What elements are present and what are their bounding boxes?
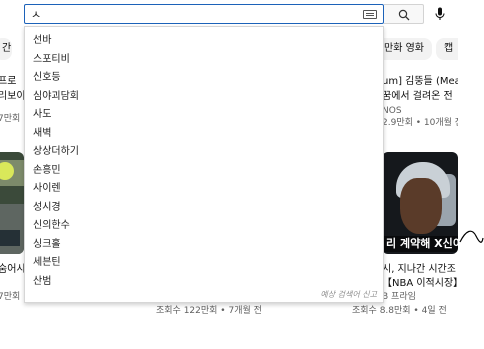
video-meta: 2.9만회 • 10개월 전 <box>382 118 458 128</box>
video-meta: 7만회 <box>0 114 21 124</box>
report-suggestions-link[interactable]: 예상 검색어 신고 <box>320 289 377 301</box>
video-title[interactable]: um] 김뚱들 (Mear <box>382 74 458 89</box>
search-button[interactable] <box>384 4 424 24</box>
suggestion-item[interactable]: 새벽 <box>25 125 383 144</box>
video-title[interactable]: 【NBA 이적시장】 <box>382 276 458 291</box>
video-thumbnail[interactable] <box>0 152 24 254</box>
suggestion-item[interactable]: 사도 <box>25 106 383 125</box>
suggestion-item[interactable]: 상상더하기 <box>25 143 383 162</box>
channel-name[interactable]: B 프라임 <box>382 290 416 304</box>
search-suggestions-dropdown: 선바 스포티비 신호등 심야괴담회 사도 새벽 상상더하기 손흥민 사이렌 성시… <box>24 26 384 303</box>
video-title[interactable]: 프로 <box>0 74 16 89</box>
video-title[interactable]: 꿈에서 걸려온 전 <box>382 89 453 104</box>
suggestion-item[interactable]: 사이렌 <box>25 180 383 199</box>
filter-chip[interactable]: 간 <box>0 38 12 60</box>
thumbnail-caption: 리 계약해 X신이 <box>382 236 458 252</box>
suggestion-item[interactable]: 신의한수 <box>25 217 383 236</box>
search-query: ㅅ <box>31 8 42 21</box>
video-title[interactable]: 숨어시 <box>0 262 26 277</box>
suggestion-item[interactable]: 세븐틴 <box>25 254 383 273</box>
filter-chip[interactable]: 캡 <box>436 38 458 60</box>
search-icon <box>398 9 410 21</box>
suggestion-item[interactable]: 신호등 <box>25 69 383 88</box>
suggestion-item[interactable]: 스포티비 <box>25 51 383 70</box>
video-meta: 조회수 122만회 • 7개월 전 <box>156 306 262 316</box>
video-title[interactable]: 리보이 <box>0 89 26 104</box>
suggestion-item[interactable]: 심야괴담회 <box>25 88 383 107</box>
suggestion-item[interactable]: 성시경 <box>25 199 383 218</box>
video-thumbnail[interactable]: 리 계약해 X신이 <box>382 152 458 254</box>
voice-search-button[interactable] <box>428 2 452 26</box>
search-input[interactable]: ㅅ <box>24 4 384 24</box>
suggestion-item[interactable]: 선바 <box>25 32 383 51</box>
scribble-mark <box>459 230 484 243</box>
filter-chip-animation[interactable]: 만화 영화 <box>376 38 432 60</box>
video-title[interactable]: 시, 지나간 시간조 <box>382 262 456 277</box>
video-meta: 조회수 8.8만회 • 4일 전 <box>352 306 447 316</box>
video-meta: 7만회 <box>0 292 21 302</box>
keyboard-icon[interactable] <box>363 10 377 19</box>
suggestion-item[interactable]: 싱크홀 <box>25 236 383 255</box>
microphone-icon <box>435 7 445 20</box>
suggestion-item[interactable]: 손흥민 <box>25 162 383 181</box>
